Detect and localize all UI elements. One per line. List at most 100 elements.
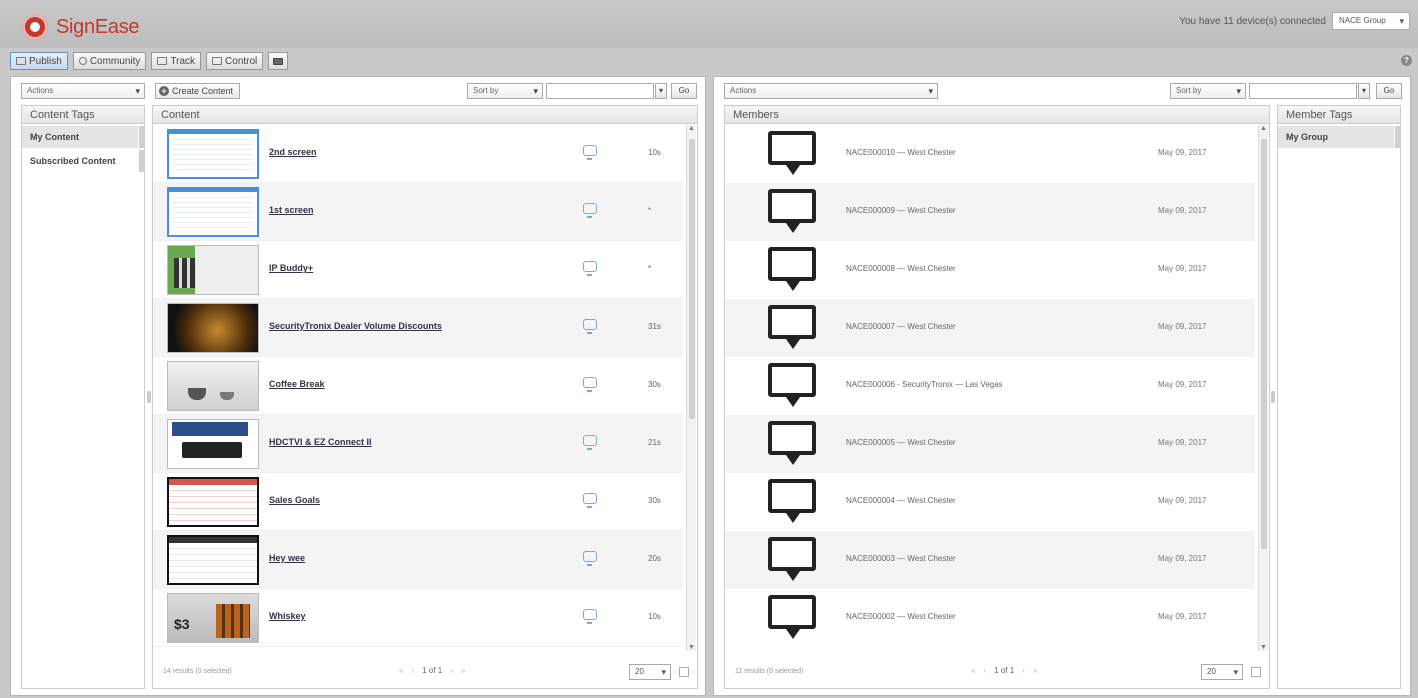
- content-thumbnail[interactable]: $3: [167, 593, 259, 643]
- next-page-icon[interactable]: ›: [1022, 666, 1025, 675]
- members-sort-select[interactable]: Sort by: [1170, 83, 1246, 99]
- members-actions-select[interactable]: Actions: [724, 83, 938, 99]
- member-row[interactable]: NACE000005 — West Chester May 09, 2017: [725, 415, 1255, 473]
- content-row[interactable]: Hey wee 20s: [153, 531, 683, 589]
- content-row[interactable]: Coffee Break 30s: [153, 357, 683, 415]
- select-all-checkbox[interactable]: [679, 667, 689, 677]
- member-row[interactable]: NACE000008 — West Chester May 09, 2017: [725, 241, 1255, 299]
- content-sort-select[interactable]: Sort by: [467, 83, 543, 99]
- content-title-link[interactable]: Whiskey: [269, 611, 306, 621]
- content-row[interactable]: HDCTVI & EZ Connect II 21s: [153, 415, 683, 473]
- device-message-icon: [768, 595, 816, 639]
- display-icon[interactable]: [583, 435, 597, 450]
- prev-page-icon[interactable]: ‹: [983, 666, 986, 675]
- track-button[interactable]: Track: [151, 52, 202, 70]
- content-row[interactable]: Sales Goals 30s: [153, 473, 683, 531]
- scroll-down-icon[interactable]: ▼: [1260, 644, 1267, 651]
- tag-subscribed-content[interactable]: Subscribed Content: [22, 150, 144, 172]
- select-all-checkbox[interactable]: [1251, 667, 1261, 677]
- scrollbar-thumb[interactable]: [689, 139, 695, 419]
- content-title-link[interactable]: 2nd screen: [269, 147, 317, 157]
- content-thumbnail[interactable]: [167, 477, 259, 527]
- display-icon[interactable]: [583, 319, 597, 334]
- display-icon[interactable]: [583, 261, 597, 276]
- device-message-icon: [768, 305, 816, 349]
- content-thumbnail[interactable]: [167, 419, 259, 469]
- members-scrollbar[interactable]: ▲ ▼: [1258, 125, 1268, 651]
- content-scrollbar[interactable]: ▲ ▼: [686, 125, 696, 651]
- members-go-button[interactable]: Go: [1376, 83, 1402, 99]
- content-title-link[interactable]: SecurityTronix Dealer Volume Discounts: [269, 321, 442, 331]
- last-page-icon[interactable]: »: [461, 666, 465, 675]
- control-button[interactable]: Control: [206, 52, 264, 70]
- member-row[interactable]: NACE000007 — West Chester May 09, 2017: [725, 299, 1255, 357]
- page-indicator: 1 of 1: [994, 666, 1015, 675]
- member-row[interactable]: NACE000006 - SecurityTronix — Las Vegas …: [725, 357, 1255, 415]
- content-row[interactable]: IP Buddy+ *: [153, 241, 683, 299]
- content-tags-panel: Content Tags My Content Subscribed Conte…: [21, 105, 145, 689]
- content-search-input[interactable]: [546, 83, 654, 99]
- app-logo[interactable]: SignEase: [22, 14, 140, 40]
- display-icon[interactable]: [583, 551, 597, 566]
- content-title-link[interactable]: HDCTVI & EZ Connect II: [269, 437, 372, 447]
- content-go-button[interactable]: Go: [671, 83, 697, 99]
- tag-my-group[interactable]: My Group: [1278, 126, 1400, 148]
- member-row[interactable]: NACE000002 — West Chester May 09, 2017: [725, 589, 1255, 647]
- content-tags-actions-select[interactable]: Actions: [21, 83, 145, 99]
- member-row[interactable]: NACE000003 — West Chester May 09, 2017: [725, 531, 1255, 589]
- group-select[interactable]: NACE Group: [1332, 12, 1410, 30]
- member-date: May 09, 2017: [1158, 206, 1207, 215]
- scroll-up-icon[interactable]: ▲: [1260, 125, 1267, 132]
- member-row[interactable]: NACE000010 — West Chester May 09, 2017: [725, 125, 1255, 183]
- content-row[interactable]: $3 Whiskey 10s: [153, 589, 683, 647]
- scrollbar-thumb[interactable]: [1261, 139, 1267, 549]
- content-row[interactable]: SecurityTronix Dealer Volume Discounts 3…: [153, 299, 683, 357]
- content-thumbnail[interactable]: [167, 361, 259, 411]
- create-content-button[interactable]: + Create Content: [155, 83, 241, 99]
- content-thumbnail[interactable]: [167, 129, 259, 179]
- publish-button[interactable]: Publish: [10, 52, 68, 70]
- content-row[interactable]: 2nd screen 10s: [153, 125, 683, 183]
- content-thumbnail[interactable]: [167, 245, 259, 295]
- content-title-link[interactable]: Sales Goals: [269, 495, 320, 505]
- display-icon[interactable]: [583, 609, 597, 624]
- first-page-icon[interactable]: «: [399, 666, 403, 675]
- content-thumbnail[interactable]: [167, 187, 259, 237]
- content-title-link[interactable]: IP Buddy+: [269, 263, 313, 273]
- display-icon[interactable]: [583, 493, 597, 508]
- display-icon[interactable]: [583, 377, 597, 392]
- next-page-icon[interactable]: ›: [450, 666, 453, 675]
- prev-page-icon[interactable]: ‹: [411, 666, 414, 675]
- per-page-select[interactable]: 20: [629, 664, 671, 680]
- per-page-select[interactable]: 20: [1201, 664, 1243, 680]
- publish-panel: Actions + Create Content Sort by ▾ Go Co…: [10, 76, 706, 696]
- member-row[interactable]: NACE000009 — West Chester May 09, 2017: [725, 183, 1255, 241]
- first-page-icon[interactable]: «: [971, 666, 975, 675]
- screen-button[interactable]: [268, 52, 289, 70]
- scroll-up-icon[interactable]: ▲: [688, 125, 695, 132]
- member-row[interactable]: NACE000004 — West Chester May 09, 2017: [725, 473, 1255, 531]
- help-icon[interactable]: ?: [1401, 55, 1412, 66]
- member-date: May 09, 2017: [1158, 322, 1207, 331]
- content-thumbnail[interactable]: [167, 303, 259, 353]
- members-search-input[interactable]: [1249, 83, 1357, 99]
- search-dropdown-button[interactable]: ▾: [1358, 83, 1370, 99]
- splitter-handle[interactable]: [1271, 391, 1275, 403]
- content-row[interactable]: 1st screen *: [153, 183, 683, 241]
- community-button[interactable]: Community: [72, 52, 147, 70]
- content-thumbnail[interactable]: [167, 535, 259, 585]
- scroll-down-icon[interactable]: ▼: [688, 644, 695, 651]
- content-title-link[interactable]: 1st screen: [269, 205, 314, 215]
- per-page-value: 20: [635, 667, 644, 676]
- display-icon[interactable]: [583, 203, 597, 218]
- splitter-handle[interactable]: [147, 391, 151, 403]
- member-name: NACE000005 — West Chester: [846, 438, 956, 447]
- pagination: « ‹ 1 of 1 › »: [399, 666, 465, 675]
- tag-my-content[interactable]: My Content: [22, 126, 144, 148]
- last-page-icon[interactable]: »: [1033, 666, 1037, 675]
- display-icon[interactable]: [583, 145, 597, 160]
- go-label: Go: [678, 86, 690, 95]
- content-title-link[interactable]: Hey wee: [269, 553, 305, 563]
- search-dropdown-button[interactable]: ▾: [655, 83, 667, 99]
- content-title-link[interactable]: Coffee Break: [269, 379, 325, 389]
